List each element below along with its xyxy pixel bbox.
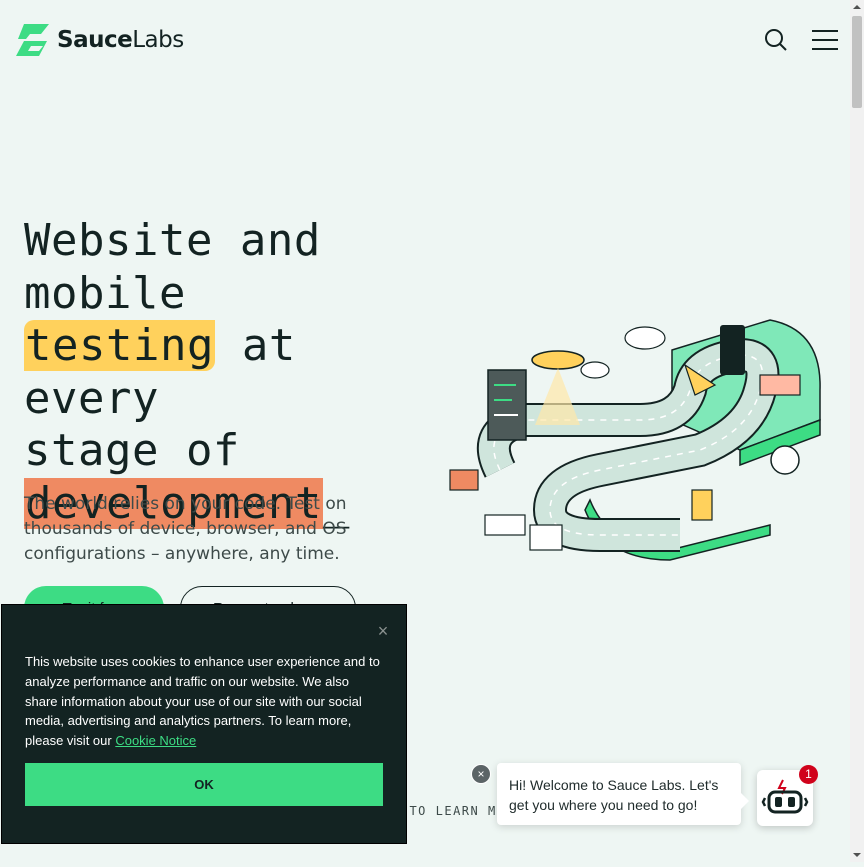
hero-title: Website and mobile testing at every stage o… (24, 215, 444, 530)
scroll-down-arrow[interactable] (850, 848, 864, 862)
search-button[interactable] (764, 28, 788, 52)
page: SauceLabs Website and mobile testing at ev… (0, 0, 850, 862)
hero-title-line1: Website and (24, 215, 321, 266)
menu-button[interactable] (812, 30, 838, 50)
hero-title-line2: mobile (24, 267, 186, 319)
chat-dismiss-button[interactable]: × (471, 764, 491, 784)
cookie-close-button[interactable]: × (374, 622, 392, 640)
page-scrollbar[interactable] (850, 0, 864, 862)
hero-title-line4: stage of (24, 425, 240, 476)
chat-notification-badge: 1 (799, 765, 818, 784)
site-header: SauceLabs (0, 0, 850, 80)
scroll-up-arrow[interactable] (850, 0, 864, 14)
saucelabs-logo[interactable]: SauceLabs (16, 24, 184, 56)
cookie-notice-link[interactable]: Cookie Notice (115, 733, 196, 748)
testing-track-illustration (449, 319, 821, 561)
caret-down-icon (853, 853, 861, 857)
search-icon (765, 29, 787, 51)
hero-subtitle: The world relies on your code. Test on t… (24, 494, 347, 564)
cookie-text-body: This website uses cookies to enhance use… (25, 654, 380, 749)
scrollbar-thumb[interactable] (852, 16, 862, 108)
scroll-to-learn-more: L TO LEARN M (392, 804, 497, 818)
hamburger-menu-icon (812, 30, 838, 50)
cookie-ok-button[interactable]: OK (25, 763, 383, 806)
caret-up-icon (853, 5, 861, 9)
chat-welcome-bubble[interactable]: Hi! Welcome to Sauce Labs. Let's get you… (497, 763, 749, 825)
saucelabs-logo-icon (16, 24, 49, 56)
hero-highlight-testing: testing (24, 320, 215, 371)
logo-wordmark: SauceLabs (57, 27, 184, 53)
cookie-banner-text: This website uses cookies to enhance use… (25, 652, 381, 751)
